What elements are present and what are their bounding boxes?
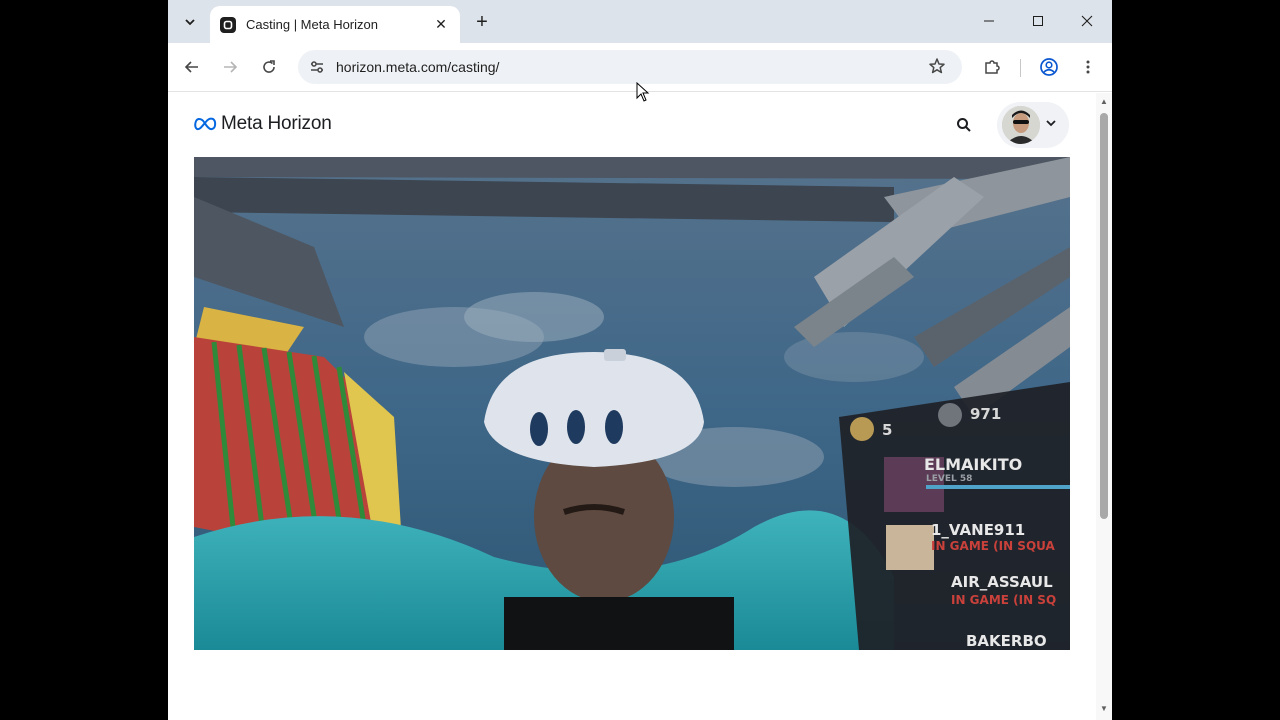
- tab-strip: Casting | Meta Horizon ✕ +: [168, 0, 1112, 43]
- game-hud-panel: 5 971 ELMAIKITO LEVEL 58 1_VANE911 IN GA…: [839, 382, 1070, 650]
- meta-infinity-icon: [194, 117, 217, 131]
- minimize-button[interactable]: [966, 6, 1012, 36]
- casting-video-stream: 5 971 ELMAIKITO LEVEL 58 1_VANE911 IN GA…: [194, 157, 1070, 650]
- address-bar[interactable]: horizon.meta.com/casting/: [298, 50, 962, 84]
- toolbar-separator: [1020, 59, 1021, 77]
- tab-active[interactable]: Casting | Meta Horizon ✕: [210, 6, 460, 43]
- hud-player-4-name: BAKERBO: [966, 632, 1047, 650]
- new-tab-button[interactable]: +: [468, 8, 496, 36]
- profile-button[interactable]: [1035, 53, 1063, 81]
- hud-coins: 5: [882, 421, 892, 439]
- avatar: [1002, 106, 1040, 144]
- maximize-button[interactable]: [1015, 6, 1061, 36]
- forward-button[interactable]: [216, 53, 244, 81]
- reload-button[interactable]: [255, 53, 283, 81]
- bookmark-star-icon[interactable]: [928, 57, 948, 77]
- logo-text: Meta Horizon: [221, 113, 332, 134]
- account-menu-button[interactable]: [997, 102, 1069, 148]
- close-tab-icon[interactable]: ✕: [432, 16, 450, 34]
- tab-search-button[interactable]: [176, 8, 204, 36]
- search-icon: [957, 118, 971, 132]
- tune-icon[interactable]: [306, 56, 328, 78]
- hud-points: 971: [970, 405, 1001, 423]
- arrow-right-icon: [224, 61, 238, 73]
- hud-player-2-status: IN GAME (IN SQUA: [931, 539, 1056, 553]
- close-window-button[interactable]: [1064, 6, 1110, 36]
- minimize-icon: [984, 20, 994, 22]
- puzzle-icon: [985, 60, 1000, 74]
- page-content: Meta Horizon 5 971 ELMAIKITO LEVEL 58 1_…: [168, 93, 1096, 720]
- browser-window: Casting | Meta Horizon ✕ + horizon.meta.…: [168, 0, 1112, 720]
- arrow-left-icon: [184, 61, 198, 73]
- reload-icon: [263, 60, 275, 73]
- scrollbar-thumb[interactable]: [1100, 113, 1108, 519]
- hud-player-2-name: 1_VANE911: [931, 521, 1025, 539]
- extensions-button[interactable]: [978, 53, 1006, 81]
- url-text[interactable]: horizon.meta.com/casting/: [336, 59, 499, 75]
- scroll-down-icon[interactable]: ▼: [1100, 705, 1108, 713]
- hud-player-1-status: LEVEL 58: [926, 474, 972, 484]
- mouse-cursor-icon: [636, 81, 650, 107]
- page-scrollbar[interactable]: ▲ ▼: [1096, 93, 1112, 720]
- account-circle-icon: [1040, 58, 1058, 76]
- meta-horizon-favicon-icon: [220, 16, 236, 33]
- chevron-down-icon: [1046, 120, 1056, 127]
- menu-button[interactable]: [1074, 53, 1102, 81]
- search-button[interactable]: [952, 113, 976, 137]
- back-button[interactable]: [178, 53, 206, 81]
- close-icon: [1081, 15, 1093, 27]
- scroll-up-icon[interactable]: ▲: [1100, 98, 1108, 106]
- hud-player-3-status: IN GAME (IN SQ: [951, 593, 1056, 607]
- hud-player-3-name: AIR_ASSAUL: [951, 573, 1053, 591]
- tab-title: Casting | Meta Horizon: [246, 17, 378, 32]
- chevron-down-icon: [185, 19, 195, 26]
- kebab-icon: [1086, 60, 1090, 74]
- maximize-icon: [1033, 16, 1043, 26]
- meta-horizon-logo[interactable]: Meta Horizon: [193, 113, 332, 135]
- hud-player-1-name: ELMAIKITO: [924, 455, 1022, 474]
